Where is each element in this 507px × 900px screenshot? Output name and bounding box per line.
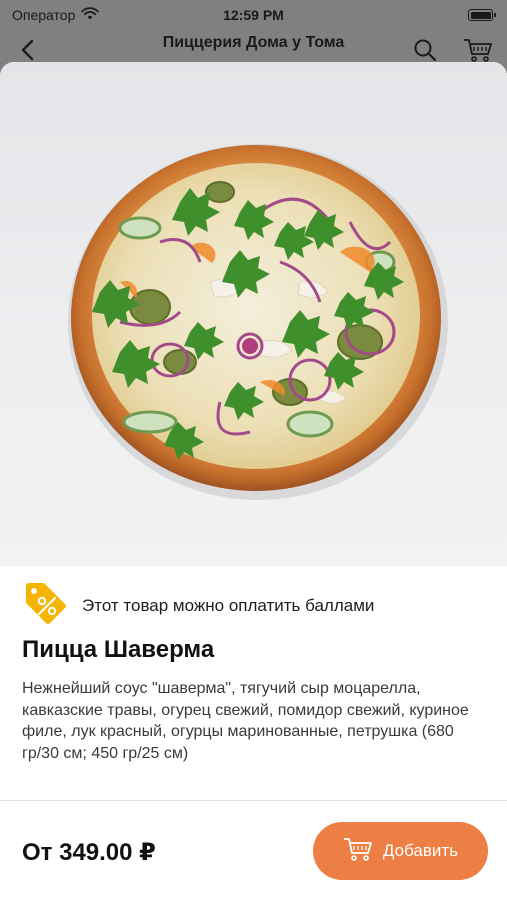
product-price: От 349.00 ₽ xyxy=(22,839,156,866)
discount-tag-icon xyxy=(22,580,68,631)
battery-icon xyxy=(468,9,496,21)
product-image xyxy=(0,62,507,566)
add-to-cart-button[interactable]: Добавить xyxy=(313,822,488,880)
wifi-icon xyxy=(81,7,100,23)
chevron-left-icon[interactable] xyxy=(20,39,34,61)
product-description: Нежнейший соус "шаверма", тягучий сыр мо… xyxy=(22,680,469,762)
carrier-label: Оператор xyxy=(12,7,76,23)
divider xyxy=(0,800,507,801)
status-bar: Оператор 12:59 PM xyxy=(0,0,507,30)
product-sheet: Этот товар можно оплатить баллами Пицца … xyxy=(0,62,507,900)
search-icon[interactable] xyxy=(413,38,437,62)
add-to-cart-label: Добавить xyxy=(382,841,459,860)
points-notice-text: Этот товар можно оплатить баллами xyxy=(82,595,375,615)
cart-icon[interactable] xyxy=(463,37,493,63)
product-title: Пицца Шаверма xyxy=(22,636,215,663)
cart-icon xyxy=(343,836,373,867)
points-notice: Этот товар можно оплатить баллами xyxy=(22,580,374,631)
pizza-illustration xyxy=(60,132,452,504)
